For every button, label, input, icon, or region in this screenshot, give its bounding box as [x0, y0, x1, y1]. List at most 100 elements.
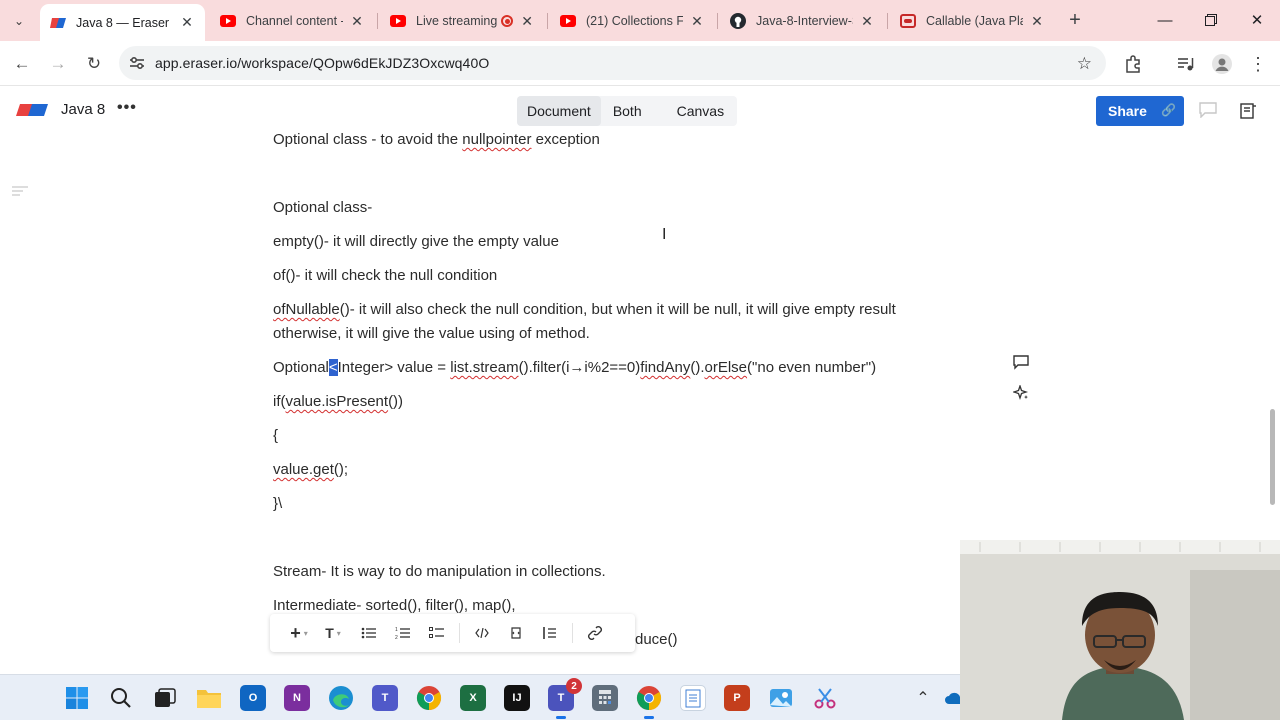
quote-block-icon[interactable]	[533, 620, 567, 646]
presenter-video-image	[960, 540, 1280, 720]
tab-search-dropdown-icon[interactable]: ⌄	[6, 8, 32, 34]
calculator-icon[interactable]	[592, 685, 618, 711]
file-explorer-icon[interactable]	[196, 685, 222, 711]
snipping-tool-icon[interactable]	[812, 685, 838, 711]
address-bar[interactable]: app.eraser.io/workspace/QOpw6dEkJDZ3Oxcw…	[119, 46, 1106, 80]
tab-live-streaming[interactable]: Live streaming ✕	[380, 6, 545, 36]
youtube-icon	[390, 13, 406, 29]
selected-text: <	[328, 359, 338, 376]
teams-new-icon[interactable]: T2	[548, 678, 582, 719]
media-control-icon[interactable]	[1175, 53, 1197, 75]
notification-badge: 2	[566, 678, 582, 694]
scrollbar-thumb[interactable]	[1270, 409, 1275, 505]
text-cursor-icon: I	[662, 226, 667, 243]
text-run-misspelled: value.get	[273, 461, 334, 478]
insert-block-button[interactable]: + ▾	[284, 620, 314, 646]
notepad-icon[interactable]	[680, 685, 706, 711]
new-tab-icon[interactable]: +	[1063, 9, 1087, 33]
browser-tab-strip: ⌄ Java 8 — Eraser ✕ Channel content - ✕ …	[0, 0, 1280, 41]
checklist-icon[interactable]	[420, 620, 454, 646]
chrome-icon[interactable]	[416, 685, 442, 711]
doc-line-of: of()- it will check the null condition	[273, 267, 498, 284]
task-view-icon[interactable]	[152, 685, 178, 711]
insert-link-icon[interactable]	[578, 620, 612, 646]
close-window-icon[interactable]: ✕	[1234, 0, 1280, 40]
close-tab-icon[interactable]: ✕	[689, 13, 705, 30]
table-of-contents-icon[interactable]	[12, 183, 28, 201]
onenote-icon[interactable]: N	[284, 685, 310, 711]
tab-collections[interactable]: (21) Collections Fr ✕	[550, 6, 715, 36]
view-document-button[interactable]: Document	[517, 96, 601, 126]
back-icon[interactable]: ←	[8, 50, 36, 78]
browser-toolbar: ← → ↻ app.eraser.io/workspace/QOpw6dEkJD…	[0, 41, 1280, 86]
text-run: exception	[531, 131, 600, 148]
text-run: ();	[333, 461, 349, 478]
reload-icon[interactable]: ↻	[80, 50, 108, 78]
doc-line-otherwise: otherwise, it will give the value using …	[273, 325, 590, 342]
webcam-overlay	[960, 540, 1280, 720]
profile-avatar-icon[interactable]	[1211, 53, 1233, 75]
tab-separator	[547, 13, 548, 29]
search-icon[interactable]	[108, 685, 134, 711]
extensions-icon[interactable]	[1122, 53, 1144, 75]
tab-callable[interactable]: Callable (Java Platf ✕	[890, 6, 1055, 36]
close-tab-icon[interactable]: ✕	[179, 14, 195, 31]
numbered-list-icon[interactable]: 12	[386, 620, 420, 646]
tab-title: Live streaming	[416, 14, 498, 28]
eraser-logo-icon[interactable]	[16, 103, 48, 122]
text-run-misspelled: orElse	[704, 359, 748, 376]
copy-link-icon[interactable]: 🔗	[1161, 103, 1176, 117]
site-info-icon[interactable]	[119, 56, 155, 70]
share-button[interactable]: Share 🔗	[1096, 96, 1184, 126]
document-title[interactable]: Java 8	[61, 101, 105, 118]
text-run: if(	[273, 393, 286, 410]
url-text[interactable]: app.eraser.io/workspace/QOpw6dEkJDZ3Oxcw…	[155, 55, 489, 71]
close-tab-icon[interactable]: ✕	[519, 13, 535, 30]
restore-icon[interactable]	[1188, 0, 1234, 40]
text-run-misspelled: value.isPresent	[285, 393, 389, 410]
close-tab-icon[interactable]: ✕	[1029, 13, 1045, 30]
intellij-icon[interactable]: IJ	[504, 685, 530, 711]
tab-channel-content[interactable]: Channel content - ✕	[210, 6, 375, 36]
windows-taskbar: O N T X IJ T2 P ⌃	[0, 674, 965, 720]
windows-start-icon[interactable]	[64, 685, 90, 711]
text-run: Optional	[273, 359, 329, 376]
browser-menu-icon[interactable]: ⋮	[1247, 53, 1269, 75]
code-block-icon[interactable]	[499, 620, 533, 646]
edge-icon[interactable]	[328, 685, 354, 711]
text-run-misspelled: findAny	[640, 359, 691, 376]
bookmark-star-icon[interactable]: ☆	[1077, 54, 1092, 74]
text-style-button[interactable]: T ▾	[314, 620, 352, 646]
view-both-button[interactable]: Both	[601, 96, 664, 126]
bullet-list-icon[interactable]	[352, 620, 386, 646]
more-options-icon[interactable]: •••	[117, 99, 137, 117]
minimize-icon[interactable]: —	[1142, 0, 1188, 40]
close-tab-icon[interactable]: ✕	[349, 13, 365, 30]
add-comment-icon[interactable]	[1012, 353, 1030, 371]
tab-title: (21) Collections Fr	[586, 14, 683, 28]
share-label: Share	[1108, 103, 1147, 119]
doc-line-optional-code: Optional<Integer> value = list.stream().…	[273, 358, 876, 378]
tab-title: Java 8 — Eraser	[76, 15, 170, 30]
doc-line-stream: Stream- It is way to do manipulation in …	[273, 563, 606, 580]
comments-icon[interactable]	[1199, 102, 1219, 120]
forward-icon[interactable]: →	[44, 50, 72, 78]
text-run: Optional class - to avoid the	[273, 131, 463, 148]
code-icon[interactable]	[465, 620, 499, 646]
ai-sparkle-icon[interactable]	[1012, 384, 1030, 402]
excel-icon[interactable]: X	[460, 685, 486, 711]
text-run: ().filter(i→i%2==0)	[518, 359, 641, 376]
tab-eraser[interactable]: Java 8 — Eraser ✕	[40, 4, 205, 41]
outlook-icon[interactable]: O	[240, 685, 266, 711]
text-run-misspelled: list.stream	[450, 359, 519, 376]
view-canvas-button[interactable]: Canvas	[664, 96, 737, 126]
teams-icon[interactable]: T	[372, 685, 398, 711]
show-hidden-icons-icon[interactable]: ⌃	[910, 685, 936, 711]
close-tab-icon[interactable]: ✕	[859, 13, 875, 30]
powerpoint-icon[interactable]: P	[724, 685, 750, 711]
outline-panel-icon[interactable]	[1239, 102, 1259, 120]
tab-separator	[887, 13, 888, 29]
chrome-active-icon[interactable]	[636, 685, 662, 719]
photos-icon[interactable]	[768, 685, 794, 711]
tab-github[interactable]: Java-8-Interview-S ✕	[720, 6, 885, 36]
